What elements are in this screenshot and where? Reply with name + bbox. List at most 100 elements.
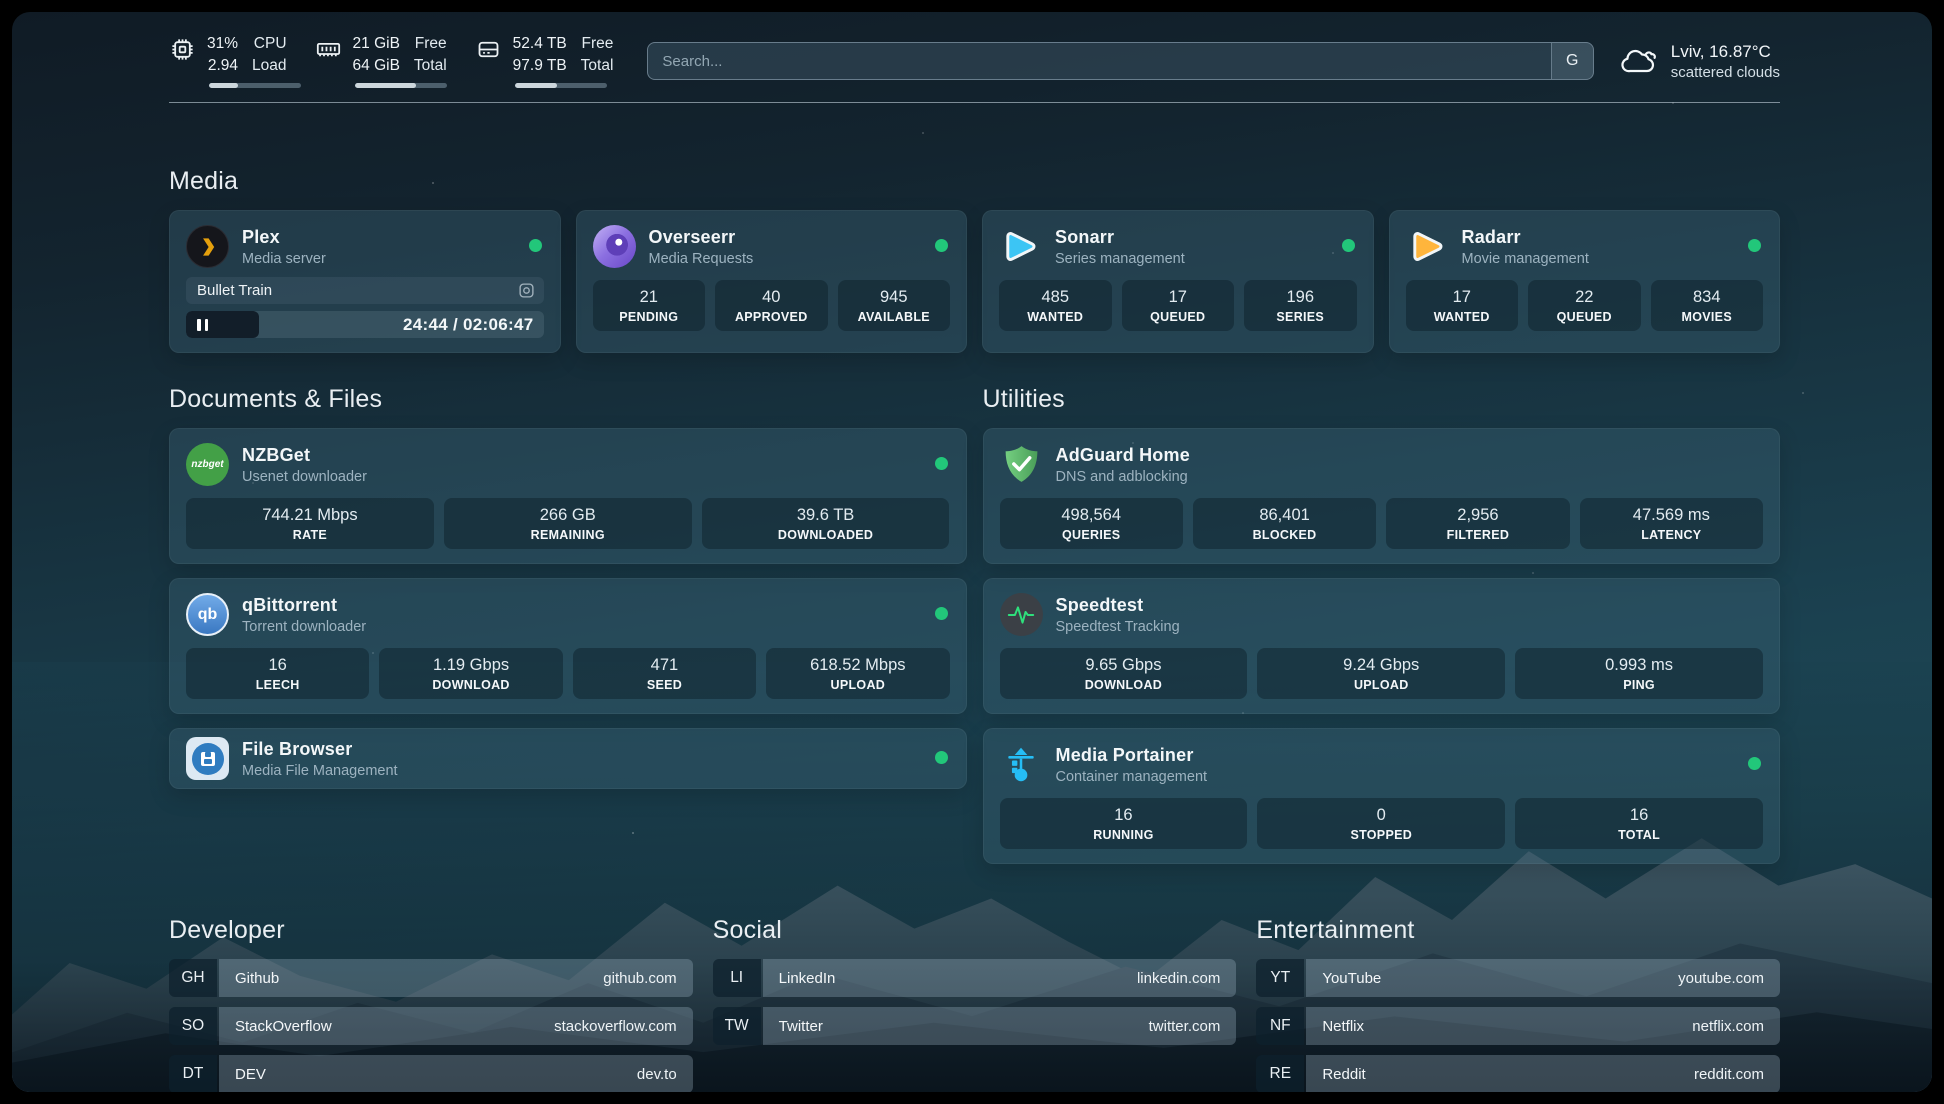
ram-values: 21 GiB 64 GiB	[353, 34, 400, 76]
service-title: qBittorrent	[242, 595, 366, 616]
filebrowser-icon	[186, 737, 229, 780]
top-bar: 31% 2.94 CPU Load 21 GiB	[169, 34, 1780, 88]
speedtest-icon	[1000, 593, 1043, 636]
service-subtitle: Movie management	[1462, 251, 1589, 267]
stat-box: 196SERIES	[1244, 280, 1357, 331]
disk-total: 97.9 TB	[513, 56, 567, 76]
cpu-icon	[169, 36, 196, 63]
bookmark-stackoverflow[interactable]: SO StackOverflowstackoverflow.com	[169, 1007, 693, 1045]
media-type-icon	[518, 282, 535, 299]
stat-row: 498,564QUERIES 86,401BLOCKED 2,956FILTER…	[1000, 498, 1764, 549]
service-card-sonarr[interactable]: Sonarr Series management 485WANTED 17QUE…	[982, 210, 1374, 353]
stat-box: 17WANTED	[1406, 280, 1519, 331]
stat-box: 1.19 GbpsDOWNLOAD	[379, 648, 562, 699]
adguard-icon	[1000, 443, 1043, 486]
bookmark-url: netflix.com	[1692, 1018, 1764, 1035]
bookmark-url: twitter.com	[1149, 1018, 1221, 1035]
service-card-plex[interactable]: Plex Media server Bullet Train 24:44 / 0	[169, 210, 561, 353]
cpu-progress-bar	[209, 83, 301, 88]
bookmark-abbr: RE	[1256, 1055, 1304, 1092]
stat-box: 21PENDING	[593, 280, 706, 331]
status-dot	[935, 457, 948, 470]
stat-row: 17WANTED 22QUEUED 834MOVIES	[1406, 280, 1764, 331]
stat-box: 39.6 TBDOWNLOADED	[702, 498, 950, 549]
disk-values: 52.4 TB 97.9 TB	[513, 34, 567, 76]
search-input[interactable]	[647, 42, 1593, 80]
stat-box: 9.24 GbpsUPLOAD	[1257, 648, 1505, 699]
service-title: NZBGet	[242, 445, 367, 466]
cpu-values: 31% 2.94	[207, 34, 238, 76]
service-title: Media Portainer	[1056, 745, 1208, 766]
ram-free: 21 GiB	[353, 34, 400, 54]
service-card-overseerr[interactable]: Overseerr Media Requests 21PENDING 40APP…	[576, 210, 968, 353]
service-card-nzbget[interactable]: nzbget NZBGet Usenet downloader 744.21 M…	[169, 428, 967, 564]
ram-icon	[315, 36, 342, 63]
status-dot	[935, 751, 948, 764]
service-card-filebrowser[interactable]: File Browser Media File Management	[169, 728, 967, 789]
ram-total: 64 GiB	[353, 56, 400, 76]
stat-box: 0STOPPED	[1257, 798, 1505, 849]
bookmark-abbr: GH	[169, 959, 217, 997]
topbar-divider	[169, 102, 1780, 103]
service-subtitle: Series management	[1055, 251, 1185, 267]
bookmark-abbr: TW	[713, 1007, 761, 1045]
search-engine-button[interactable]: G	[1551, 43, 1593, 79]
service-subtitle: Media server	[242, 251, 326, 267]
service-title: Radarr	[1462, 227, 1589, 248]
bookmark-url: stackoverflow.com	[554, 1018, 677, 1035]
service-card-speedtest[interactable]: Speedtest Speedtest Tracking 9.65 GbpsDO…	[983, 578, 1781, 714]
service-title: File Browser	[242, 739, 398, 760]
plex-icon	[186, 225, 229, 268]
stat-box: 2,956FILTERED	[1386, 498, 1569, 549]
service-card-adguard[interactable]: AdGuard Home DNS and adblocking 498,564Q…	[983, 428, 1781, 564]
service-title: Sonarr	[1055, 227, 1185, 248]
service-card-radarr[interactable]: Radarr Movie management 17WANTED 22QUEUE…	[1389, 210, 1781, 353]
stat-row: 16LEECH 1.19 GbpsDOWNLOAD 471SEED 618.52…	[186, 648, 950, 699]
stat-row: 744.21 MbpsRATE 266 GBREMAINING 39.6 TBD…	[186, 498, 950, 549]
pause-button[interactable]	[186, 311, 259, 338]
cpu-labels: CPU Load	[252, 34, 286, 76]
service-card-portainer[interactable]: Media Portainer Container management 16R…	[983, 728, 1781, 864]
service-title: Plex	[242, 227, 326, 248]
section-entertainment: Entertainment YT YouTubeyoutube.com NF N…	[1256, 916, 1780, 1092]
cpu-stats-widget: 31% 2.94 CPU Load	[169, 34, 287, 88]
disk-labels: Free Total	[581, 34, 614, 76]
disk-progress-fill	[515, 83, 557, 88]
cloud-icon	[1620, 45, 1660, 77]
stat-box: 22QUEUED	[1528, 280, 1641, 331]
bookmark-github[interactable]: GH Github github.com	[169, 959, 693, 997]
bookmark-dev[interactable]: DT DEVdev.to	[169, 1055, 693, 1092]
bookmark-netflix[interactable]: NF Netflix netflix.com	[1256, 1007, 1780, 1045]
nzbget-icon: nzbget	[186, 443, 229, 486]
stat-box: 17QUEUED	[1122, 280, 1235, 331]
cpu-load-avg: 2.94	[207, 56, 238, 76]
bookmark-reddit[interactable]: RE Redditreddit.com	[1256, 1055, 1780, 1092]
bookmark-name: Github	[235, 970, 279, 987]
section-heading-entertainment: Entertainment	[1256, 916, 1780, 945]
stat-box: 16TOTAL	[1515, 798, 1763, 849]
stat-box: 498,564QUERIES	[1000, 498, 1183, 549]
service-card-qbittorrent[interactable]: qb qBittorrent Torrent downloader 16LEEC…	[169, 578, 967, 714]
bookmark-twitter[interactable]: TW Twittertwitter.com	[713, 1007, 1237, 1045]
bookmark-url: linkedin.com	[1137, 970, 1220, 987]
service-title: Overseerr	[649, 227, 754, 248]
bookmark-url: github.com	[603, 970, 676, 987]
stat-row: 16RUNNING 0STOPPED 16TOTAL	[1000, 798, 1764, 849]
section-heading-social: Social	[713, 916, 1237, 945]
bookmark-name: Netflix	[1322, 1018, 1364, 1035]
bookmark-abbr: NF	[1256, 1007, 1304, 1045]
sonarr-icon	[999, 225, 1042, 268]
overseerr-icon	[593, 225, 636, 268]
stat-box: 834MOVIES	[1651, 280, 1764, 331]
bookmark-name: DEV	[235, 1066, 266, 1083]
bookmark-name: StackOverflow	[235, 1018, 332, 1035]
service-title: Speedtest	[1056, 595, 1180, 616]
status-dot	[529, 239, 542, 252]
service-subtitle: Usenet downloader	[242, 469, 367, 485]
bookmark-youtube[interactable]: YT YouTubeyoutube.com	[1256, 959, 1780, 997]
stat-row: 485WANTED 17QUEUED 196SERIES	[999, 280, 1357, 331]
bookmark-linkedin[interactable]: LI LinkedInlinkedin.com	[713, 959, 1237, 997]
section-utilities: Utilities	[983, 385, 1781, 864]
stat-box: 744.21 MbpsRATE	[186, 498, 434, 549]
service-subtitle: Container management	[1056, 769, 1208, 785]
